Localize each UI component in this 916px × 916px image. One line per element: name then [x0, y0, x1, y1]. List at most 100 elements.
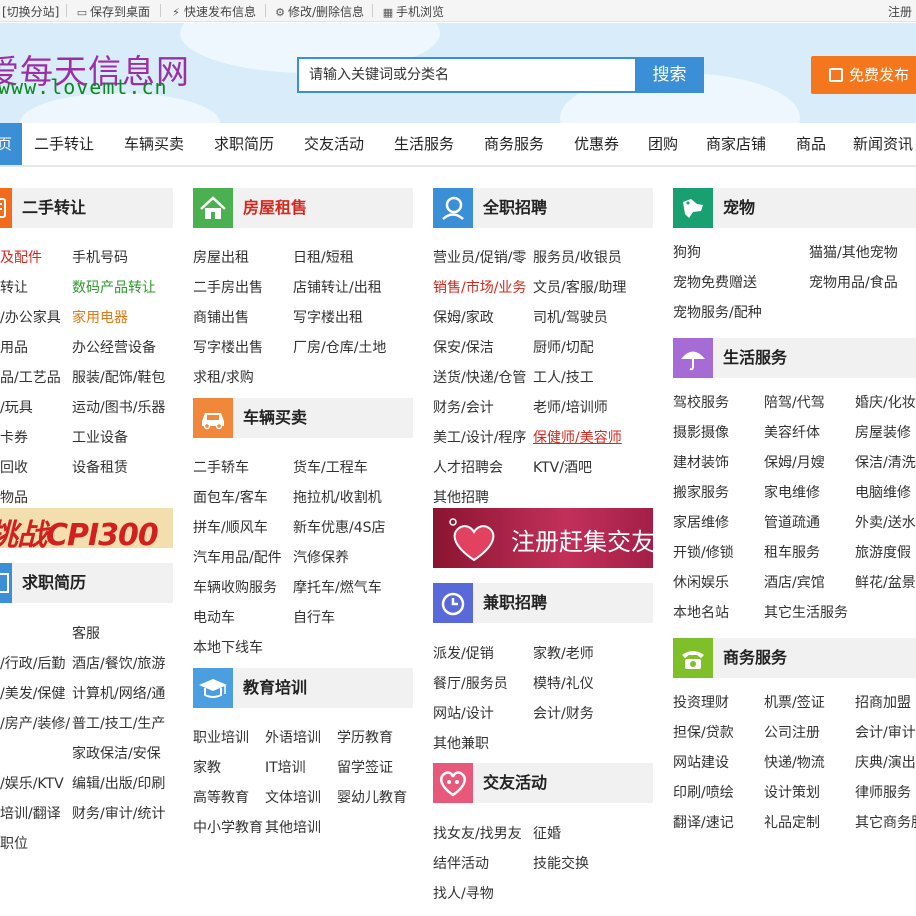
category-link[interactable]: 保健师/美容师 — [533, 428, 622, 448]
category-header-jiaoyu[interactable]: 教育培训 — [193, 668, 413, 708]
category-link[interactable]: /娱乐/KTV — [0, 774, 64, 794]
nav-item-shangwu[interactable]: 商务服务 — [484, 123, 544, 165]
category-link[interactable]: 家居维修 — [673, 513, 729, 533]
nav-item-shenghuo[interactable]: 生活服务 — [394, 123, 454, 165]
category-link[interactable]: 汽修保养 — [293, 548, 349, 568]
category-link[interactable]: 保安/保洁 — [433, 338, 494, 358]
category-link[interactable]: 外卖/送水 — [855, 513, 916, 533]
category-link[interactable]: 找女友/找男友 — [433, 824, 522, 844]
category-link[interactable]: 征婚 — [533, 824, 561, 844]
nav-item-shangpin[interactable]: 商品 — [796, 123, 826, 165]
category-link[interactable]: 餐厅/服务员 — [433, 674, 508, 694]
category-link[interactable]: 招商加盟 — [855, 693, 911, 713]
category-link[interactable]: KTV/酒吧 — [533, 458, 592, 478]
category-link[interactable]: 商铺出售 — [193, 308, 249, 328]
category-link[interactable]: 会计/财务 — [533, 704, 594, 724]
category-link[interactable]: 担保/贷款 — [673, 723, 734, 743]
category-link[interactable]: 店铺转让/出租 — [293, 278, 382, 298]
category-link[interactable]: 写字楼出租 — [293, 308, 363, 328]
category-link[interactable]: IT培训 — [265, 758, 306, 778]
category-link[interactable]: 留学签证 — [337, 758, 393, 778]
category-link[interactable]: 翻译/速记 — [673, 813, 734, 833]
nav-item-jiaoyou[interactable]: 交友活动 — [304, 123, 364, 165]
promo-banner-cpi[interactable]: 挑战CPI300 — [0, 508, 173, 548]
category-link[interactable]: 文员/客服/助理 — [533, 278, 626, 298]
category-link[interactable]: /房产/装修/ — [0, 714, 70, 734]
category-link[interactable]: 宠物用品/食品 — [809, 273, 898, 293]
category-link[interactable]: 陪驾/代驾 — [764, 393, 825, 413]
save-desktop-link[interactable]: ▭ 保存到桌面 — [76, 3, 150, 20]
category-link[interactable]: 派发/促销 — [433, 644, 494, 664]
category-link[interactable]: 结伴活动 — [433, 854, 489, 874]
category-link[interactable]: 拖拉机/收割机 — [293, 488, 382, 508]
category-link[interactable]: 鲜花/盆景 — [855, 573, 916, 593]
category-link[interactable]: 搬家服务 — [673, 483, 729, 503]
category-header-jiaoyou[interactable]: 交友活动 — [433, 763, 653, 803]
category-link[interactable]: 普工/技工/生产 — [72, 714, 165, 734]
category-link[interactable]: 二手轿车 — [193, 458, 249, 478]
category-link[interactable]: 汽车用品/配件 — [193, 548, 282, 568]
category-link[interactable]: 保姆/家政 — [433, 308, 494, 328]
category-link[interactable]: 旅游度假 — [855, 543, 911, 563]
category-link[interactable]: 财务/审计/统计 — [72, 804, 165, 824]
category-link[interactable]: 计算机/网络/通 — [72, 684, 165, 704]
category-link[interactable]: 狗狗 — [673, 243, 701, 263]
category-link[interactable]: 家电维修 — [764, 483, 820, 503]
nav-item-xinwen[interactable]: 新闻资讯 — [853, 123, 913, 165]
nav-home[interactable]: 页 — [0, 123, 22, 165]
category-header-cheliang[interactable]: 车辆买卖 — [193, 398, 413, 438]
category-link[interactable]: 货车/工程车 — [293, 458, 368, 478]
category-link[interactable]: 文体培训 — [265, 788, 321, 808]
register-link[interactable]: 注册 — [888, 3, 912, 20]
category-link[interactable]: 建材装饰 — [673, 453, 729, 473]
category-link[interactable]: 手机号码 — [72, 248, 128, 268]
category-link[interactable]: 房屋装修 — [855, 423, 911, 443]
category-link[interactable]: 高等教育 — [193, 788, 249, 808]
category-link[interactable]: 用品 — [0, 338, 28, 358]
category-header-qiuzhi[interactable]: 求职简历 — [0, 563, 173, 603]
category-link[interactable]: 租车服务 — [764, 543, 820, 563]
category-link[interactable]: 房屋出租 — [193, 248, 249, 268]
category-link[interactable]: 会计/审计 — [855, 723, 916, 743]
category-link[interactable]: 美容纤体 — [764, 423, 820, 443]
category-link[interactable]: 网站/设计 — [433, 704, 494, 724]
category-link[interactable]: 酒店/宾馆 — [764, 573, 825, 593]
category-link[interactable]: 技能交换 — [533, 854, 589, 874]
category-link[interactable]: 品/工艺品 — [0, 368, 61, 388]
category-link[interactable]: 家教/老师 — [533, 644, 594, 664]
category-header-chongwu[interactable]: 宠物 — [673, 188, 916, 228]
category-link[interactable]: 工业设备 — [72, 428, 128, 448]
category-link[interactable]: 服装/配饰/鞋包 — [72, 368, 165, 388]
nav-item-youhuiquan[interactable]: 优惠券 — [574, 123, 619, 165]
category-link[interactable]: 网站建设 — [673, 753, 729, 773]
category-link[interactable]: 设计策划 — [764, 783, 820, 803]
category-link[interactable]: 摩托车/燃气车 — [293, 578, 382, 598]
category-link[interactable]: 自行车 — [293, 608, 335, 628]
category-link[interactable]: 管道疏通 — [764, 513, 820, 533]
category-link[interactable]: 厂房/仓库/土地 — [293, 338, 386, 358]
category-link[interactable]: 写字楼出售 — [193, 338, 263, 358]
nav-item-ershou[interactable]: 二手转让 — [34, 123, 94, 165]
nav-item-shangjia[interactable]: 商家店铺 — [706, 123, 766, 165]
category-link[interactable]: 美工/设计/程序 — [433, 428, 526, 448]
category-link[interactable]: 模特/礼仪 — [533, 674, 594, 694]
category-link[interactable]: 其它商务服务 — [855, 813, 916, 833]
category-link[interactable]: 开锁/修锁 — [673, 543, 734, 563]
category-link[interactable]: 保洁/清洗 — [855, 453, 916, 473]
category-header-fangwu[interactable]: 房屋租售 — [193, 188, 413, 228]
publish-button[interactable]: 免费发布 — [811, 56, 916, 94]
category-link[interactable]: 及配件 — [0, 248, 42, 268]
category-link[interactable]: 营业员/促销/零 — [433, 248, 526, 268]
category-header-ershou[interactable]: 二手转让 — [0, 188, 173, 228]
category-link[interactable]: 设备租赁 — [72, 458, 128, 478]
category-link[interactable]: /玩具 — [0, 398, 33, 418]
category-link[interactable]: 本地下线车 — [193, 638, 263, 658]
category-link[interactable]: 庆典/演出 — [855, 753, 916, 773]
category-link[interactable]: 休闲娱乐 — [673, 573, 729, 593]
category-link[interactable]: 回收 — [0, 458, 28, 478]
category-link[interactable]: 外语培训 — [265, 728, 321, 748]
category-link[interactable]: 礼品定制 — [764, 813, 820, 833]
category-link[interactable]: 二手房出售 — [193, 278, 263, 298]
category-link[interactable]: 车辆收购服务 — [193, 578, 277, 598]
category-header-shenghuo[interactable]: 生活服务 — [673, 338, 916, 378]
